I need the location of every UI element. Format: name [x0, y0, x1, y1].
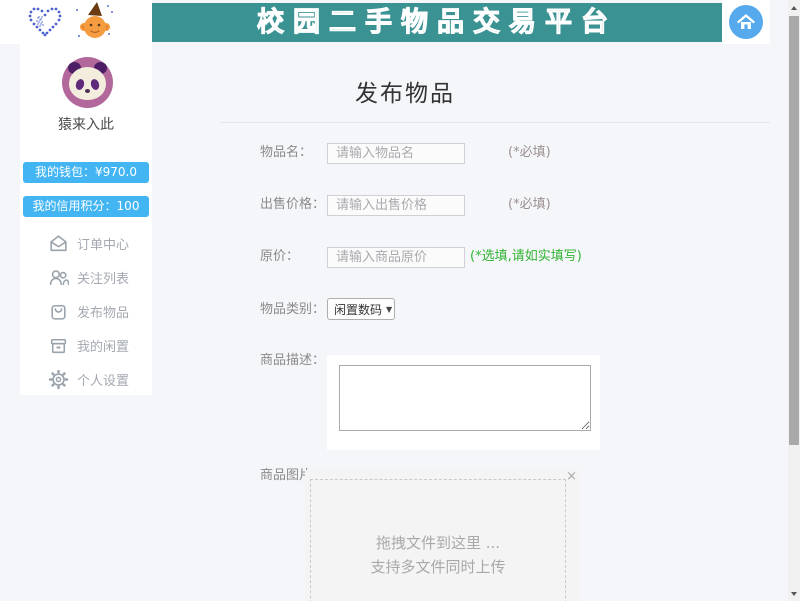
mail-open-icon	[48, 233, 69, 254]
required-hint: (*必填)	[508, 142, 551, 164]
item-name-label: 物品名：	[260, 142, 312, 164]
archive-box-icon	[48, 335, 69, 356]
original-price-label: 原价：	[260, 246, 299, 268]
sell-price-input[interactable]	[327, 195, 465, 216]
image-upload-panel: × 拖拽文件到这里 ... 支持多文件同时上传	[305, 470, 580, 601]
description-textarea[interactable]	[339, 365, 591, 431]
sidebar-menu: 订单中心 关注列表 发布物品 我的闲置	[20, 226, 152, 396]
dropzone-text-line1: 拖拽文件到这里 ...	[311, 532, 565, 553]
logo-area	[0, 0, 152, 44]
sidebar-item-label: 个人设置	[77, 370, 129, 389]
dotted-heart-icon	[26, 6, 66, 40]
description-panel	[327, 355, 600, 450]
page: 校园二手物品交易平台 猿来入此 我的钱包：¥970.0 我的	[0, 0, 800, 601]
sidebar-item-label: 我的闲置	[77, 336, 129, 355]
category-selected-value: 闲置数码	[334, 301, 382, 318]
site-title: 校园二手物品交易平台	[257, 3, 617, 42]
close-icon[interactable]: ×	[566, 470, 577, 484]
username: 猿来入此	[20, 114, 152, 134]
sidebar-item-label: 订单中心	[77, 234, 129, 253]
monkey-icon	[74, 2, 116, 42]
title-divider	[220, 122, 770, 123]
page-title: 发布物品	[220, 74, 590, 108]
scroll-up-icon	[791, 6, 797, 10]
avatar-face	[69, 67, 106, 100]
scroll-down-button[interactable]	[788, 586, 800, 601]
file-dropzone[interactable]: 拖拽文件到这里 ... 支持多文件同时上传	[310, 479, 566, 601]
scroll-up-button[interactable]	[788, 0, 800, 15]
credit-score-button[interactable]: 我的信用积分：100	[23, 196, 149, 217]
original-price-input[interactable]	[327, 247, 465, 268]
description-label: 商品描述：	[260, 350, 325, 372]
sidebar-item-settings[interactable]: 个人设置	[20, 362, 152, 396]
header-bar: 校园二手物品交易平台	[152, 3, 722, 42]
avatar-eye	[74, 78, 85, 91]
scrollbar-thumb[interactable]	[789, 16, 799, 445]
wallet-button[interactable]: 我的钱包：¥970.0	[23, 162, 149, 183]
home-button[interactable]	[729, 5, 763, 39]
optional-hint: (*选填,请如实填写)	[470, 246, 582, 268]
category-select[interactable]: 闲置数码 ▼	[327, 298, 395, 320]
home-icon	[737, 14, 755, 30]
required-hint: (*必填)	[508, 194, 551, 216]
sidebar-item-publish[interactable]: 发布物品	[20, 294, 152, 328]
sidebar: 猿来入此 我的钱包：¥970.0 我的信用积分：100 订单中心 关注列表	[20, 44, 152, 395]
home-area	[722, 0, 770, 44]
sidebar-item-my-idle[interactable]: 我的闲置	[20, 328, 152, 362]
sell-price-label: 出售价格：	[260, 194, 325, 216]
sidebar-item-follow-list[interactable]: 关注列表	[20, 260, 152, 294]
chevron-down-icon: ▼	[386, 305, 392, 314]
users-icon	[48, 267, 69, 288]
bag-icon	[48, 301, 69, 322]
item-name-input[interactable]	[327, 143, 465, 164]
scroll-down-icon	[791, 592, 797, 596]
sidebar-item-label: 关注列表	[77, 268, 129, 287]
avatar-eye	[89, 78, 100, 91]
vertical-scrollbar[interactable]	[788, 0, 800, 601]
gear-icon	[48, 369, 69, 390]
dropzone-text-line2: 支持多文件同时上传	[311, 556, 565, 577]
category-label: 物品类别：	[260, 299, 325, 321]
sidebar-item-label: 发布物品	[77, 302, 129, 321]
avatar-nose	[85, 89, 90, 93]
panda-avatar	[62, 57, 113, 108]
sidebar-item-orders[interactable]: 订单中心	[20, 226, 152, 260]
